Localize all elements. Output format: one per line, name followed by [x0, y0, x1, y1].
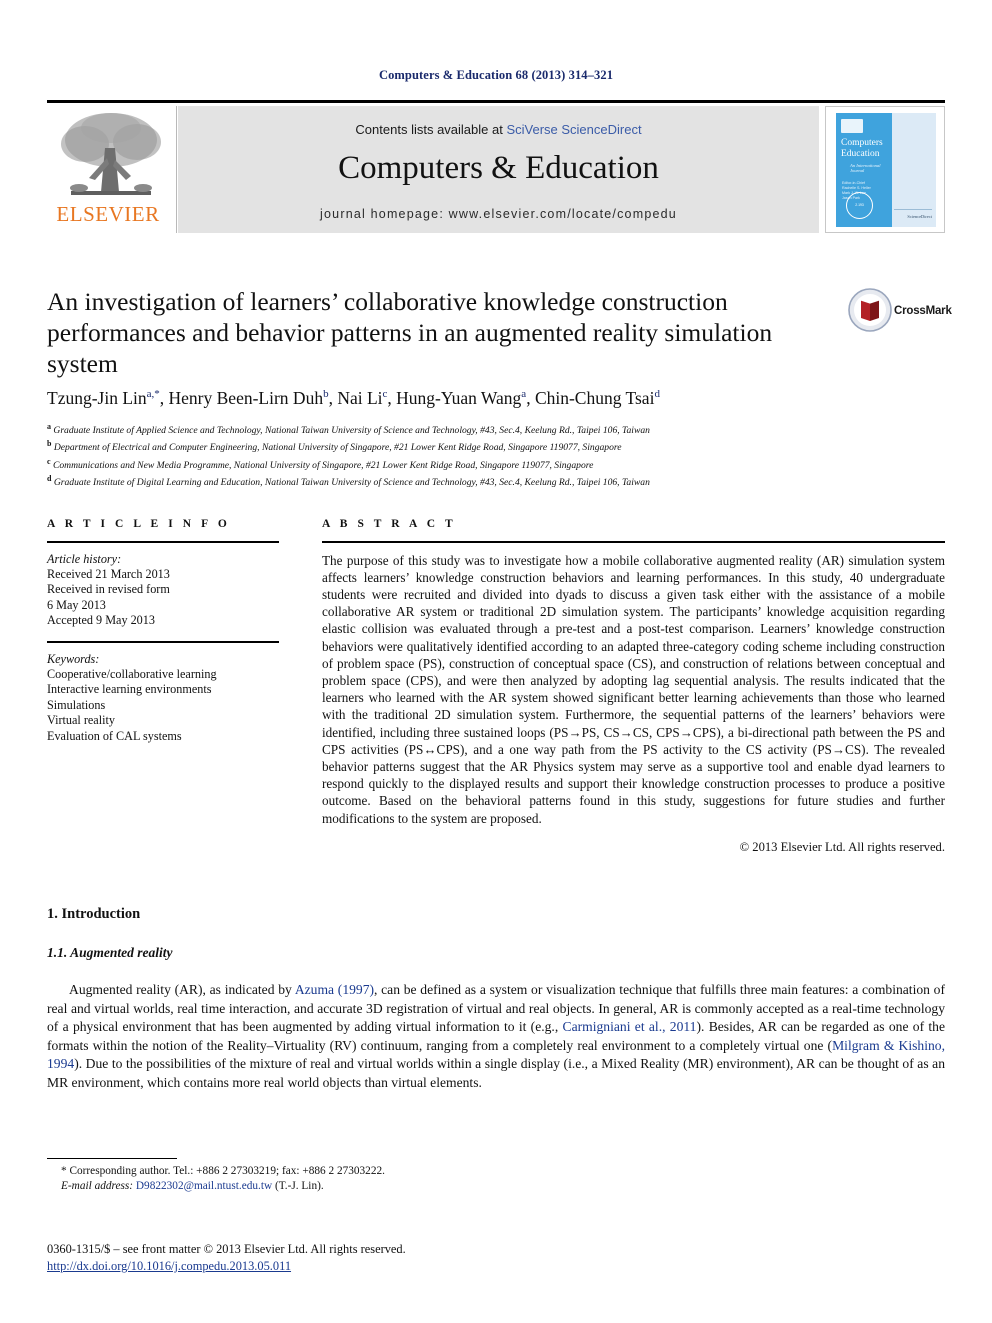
- journal-title: Computers & Education: [338, 150, 659, 186]
- running-head: Computers & Education 68 (2013) 314–321: [378, 68, 614, 82]
- article-info-rule: [47, 541, 279, 543]
- keywords-label: Keywords:: [47, 651, 100, 666]
- cover-foot-rule: [894, 209, 932, 210]
- keywords-list: Cooperative/collaborative learning Intera…: [47, 667, 279, 745]
- affiliation-item: a Graduate Institute of Applied Science …: [47, 422, 650, 437]
- email-note: E-mail address: D9822302@mail.ntust.edu.…: [61, 1180, 324, 1193]
- crossmark-label: CrossMark: [894, 305, 952, 317]
- article-info-column: A R T I C L E I N F O Article history: R…: [47, 518, 279, 745]
- cover-title-line2: Education: [841, 149, 880, 159]
- sciencedirect-link[interactable]: SciVerse ScienceDirect: [506, 122, 641, 137]
- introduction-section: 1. Introduction 1.1. Augmented reality A…: [47, 906, 945, 1093]
- journal-cover-thumbnail: Computers Education An International Jou…: [825, 106, 945, 233]
- affiliation-item: c Communications and New Media Programme…: [47, 456, 594, 471]
- cover-publisher-foot: ScienceDirect: [907, 214, 932, 219]
- cover-elsevier-mark-icon: [841, 119, 863, 133]
- header-top-rule: [47, 100, 945, 103]
- keyword-item: Simulations: [47, 697, 106, 712]
- abstract-copyright: © 2013 Elsevier Ltd. All rights reserved…: [739, 839, 945, 854]
- paper-page: Computers & Education 68 (2013) 314–321: [0, 0, 992, 1323]
- contents-prefix: Contents lists available at: [355, 122, 507, 137]
- affiliation-item: d Graduate Institute of Digital Learning…: [47, 474, 650, 489]
- article-history-item: Accepted 9 May 2013: [47, 613, 155, 628]
- keyword-item: Virtual reality: [47, 713, 115, 728]
- article-history-item: Received 21 March 2013: [47, 566, 170, 581]
- abstract-text: The purpose of this study was to investi…: [322, 552, 945, 826]
- crossmark-badge[interactable]: CrossMark: [848, 288, 952, 338]
- title-block: An investigation of learners’ collaborat…: [47, 286, 837, 379]
- article-history-label: Article history:: [47, 551, 122, 566]
- doi-link[interactable]: http://dx.doi.org/10.1016/j.compedu.2013…: [47, 1259, 291, 1274]
- elsevier-wordmark: ELSEVIER: [56, 202, 160, 226]
- article-history-list: Received 21 March 2013 Received in revise…: [47, 567, 279, 629]
- article-history-item: Received in revised form: [47, 582, 170, 597]
- cover-impact-seal: 2.193: [846, 192, 873, 219]
- cover-title-line1: Computers: [841, 138, 883, 148]
- keyword-item: Evaluation of CAL systems: [47, 728, 182, 743]
- elsevier-tree-icon: [61, 113, 161, 195]
- journal-header: ELSEVIER Contents lists available at Sci…: [47, 100, 945, 233]
- cover-left-panel: Computers Education An International Jou…: [836, 113, 892, 227]
- affiliation-item: b Department of Electrical and Computer …: [47, 439, 622, 454]
- abstract-column: A B S T R A C T The purpose of this stud…: [322, 518, 945, 855]
- journal-homepage-link[interactable]: journal homepage: www.elsevier.com/locat…: [178, 207, 819, 221]
- elsevier-logo: ELSEVIER: [47, 106, 177, 233]
- crossmark-icon: [848, 288, 892, 332]
- section-heading-introduction: 1. Introduction: [47, 906, 141, 922]
- journal-banner: Contents lists available at SciVerse Sci…: [178, 106, 819, 233]
- cover-title: Computers Education: [841, 138, 893, 160]
- author-list: Tzung-Jin Lina,*, Henry Been-Lirn Duhb, …: [47, 388, 660, 408]
- article-info-heading: A R T I C L E I N F O: [47, 518, 231, 530]
- contents-available-line: Contents lists available at SciVerse Sci…: [178, 122, 819, 137]
- subsection-heading-augmented-reality: 1.1. Augmented reality: [47, 945, 173, 960]
- footnote-rule: [47, 1158, 177, 1160]
- affiliation-list: a Graduate Institute of Applied Science …: [47, 420, 927, 490]
- cover-subtitle: An International Journal: [850, 163, 881, 173]
- cover-art: Computers Education An International Jou…: [836, 113, 936, 227]
- front-matter-line: 0360-1315/$ – see front matter © 2013 El…: [47, 1242, 406, 1256]
- intro-paragraph: Augmented reality (AR), as indicated by …: [47, 982, 945, 1090]
- keywords-rule: [47, 640, 279, 643]
- corresponding-author-note: * Corresponding author. Tel.: +886 2 273…: [61, 1165, 385, 1177]
- abstract-rule: [322, 541, 945, 543]
- abstract-heading: A B S T R A C T: [322, 518, 457, 530]
- keyword-item: Cooperative/collaborative learning: [47, 666, 217, 681]
- keyword-item: Interactive learning environments: [47, 682, 212, 697]
- page-title: An investigation of learners’ collaborat…: [47, 287, 773, 378]
- footnote-block: * Corresponding author. Tel.: +886 2 273…: [47, 1164, 647, 1195]
- article-history-item: 6 May 2013: [47, 597, 106, 612]
